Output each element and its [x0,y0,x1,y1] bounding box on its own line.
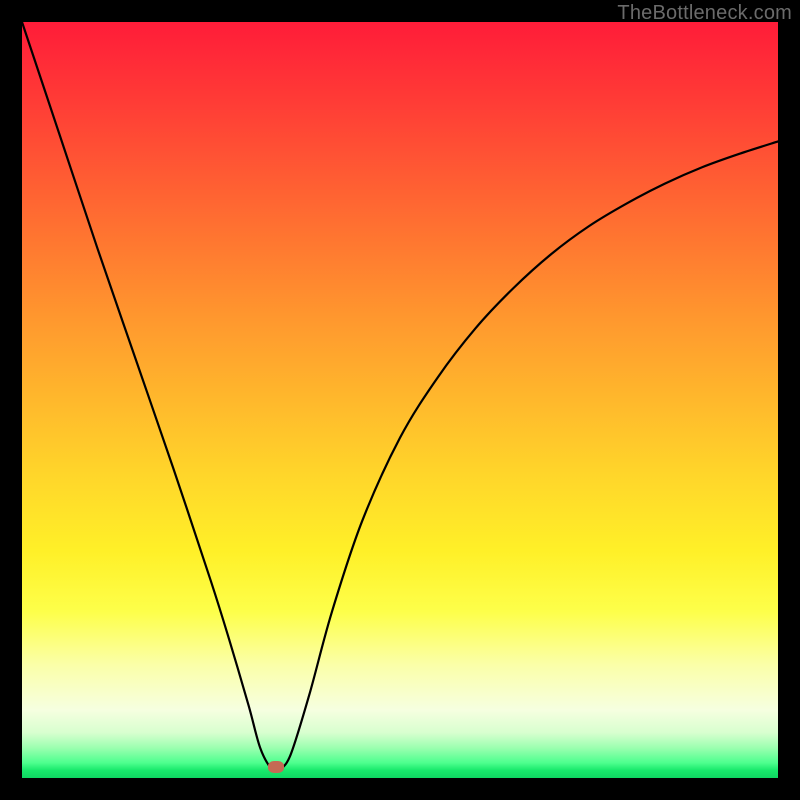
chart-frame: TheBottleneck.com [0,0,800,800]
plot-area [22,22,778,778]
bottleneck-curve [22,22,778,778]
optimal-point-marker [268,761,284,773]
